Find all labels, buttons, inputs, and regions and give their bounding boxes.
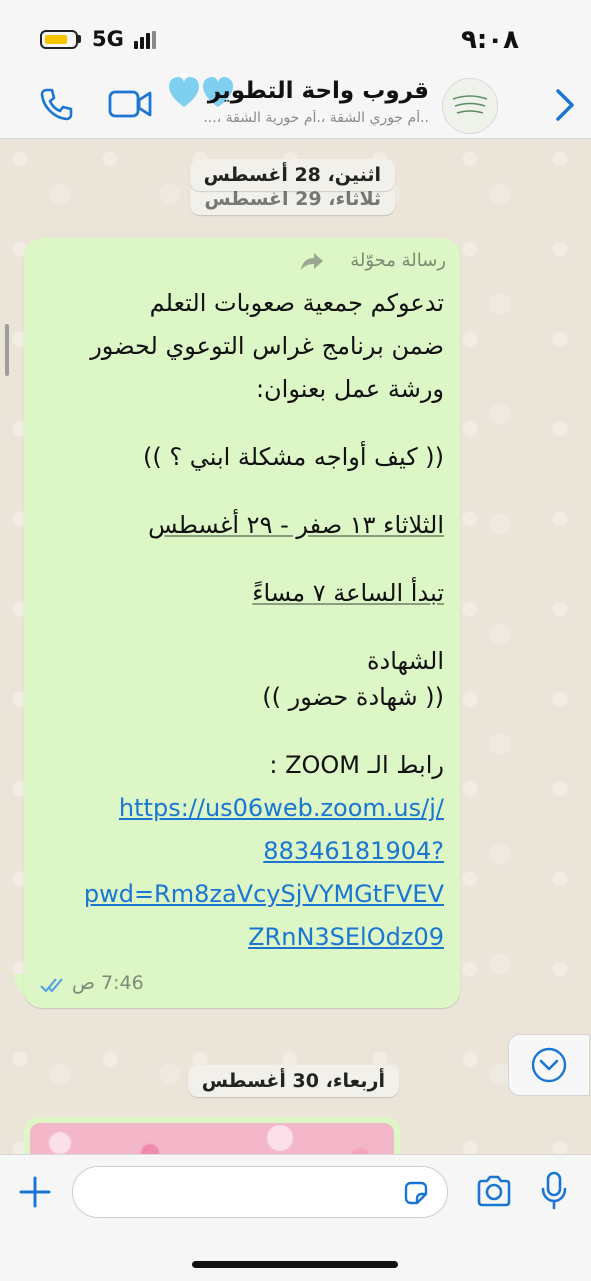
group-name[interactable]: قروب واحة التطوير [208,78,429,104]
input-bar [0,1154,591,1281]
message-line [84,547,444,572]
double-check-icon [40,978,63,993]
chevron-right-icon[interactable] [552,88,578,122]
battery-icon [40,30,78,49]
message-line: (( شهادة حضور )) [262,683,444,711]
message-input[interactable] [72,1166,448,1218]
message-time: 7:46 ص [72,972,144,994]
message-line-time[interactable]: تبدأ الساعة ٧ مساءً [84,572,444,615]
signal-icon [134,31,162,49]
message-line [84,615,444,640]
chat-header: قروب واحة التطوير ..أم جوري الشقة ،.أم ح… [0,72,591,139]
chevron-down-icon [531,1047,567,1083]
message-line-date[interactable]: الثلاثاء ١٣ صفر - ٢٩ أغسطس [84,504,444,547]
date-separator-top: اثنين، 28 أغسطس [189,159,395,191]
home-indicator [192,1261,398,1268]
camera-icon[interactable] [476,1175,512,1207]
battery-tip [78,35,81,43]
message-line: ورشة عمل بعنوان: [255,375,444,403]
clock: ٩:٠٨ [460,25,519,55]
message-line [84,479,444,504]
group-avatar[interactable] [442,78,498,134]
message-line [84,719,444,744]
date-separator-bottom: أربعاء، 30 أغسطس [187,1065,399,1097]
message-line: رابط الـ ZOOM : [269,751,444,779]
message-body: تدعوكم جمعية صعوبات التعلم ضمن برنامج غر… [84,282,444,959]
forward-arrow-icon [301,253,323,270]
message-line [84,411,444,436]
scrollbar[interactable] [5,324,9,376]
status-bar: 5G ٩:٠٨ [0,0,591,72]
network-label: 5G [92,27,124,51]
microphone-icon[interactable] [540,1171,568,1211]
zoom-link[interactable]: ZRnN3SElOdz09 [84,916,444,959]
zoom-link[interactable]: https://us06web.zoom.us/j/ [84,787,444,830]
zoom-link[interactable]: pwd=Rm8zaVcySjVYMGtFVEV [84,873,444,916]
message-line: الشهادة [366,647,444,675]
phone-icon[interactable] [38,86,74,122]
sticker-icon[interactable] [402,1179,430,1207]
message-bubble[interactable]: رسالة محوّلة تدعوكم جمعية صعوبات التعلم … [24,238,460,1008]
zoom-link[interactable]: 88346181904? [84,830,444,873]
message-line: (( كيف أواجه مشكلة ابني ؟ )) [142,443,444,471]
scroll-to-bottom-button[interactable] [508,1034,590,1096]
group-members[interactable]: ..أم جوري الشقة ،.أم حورية الشقة ،... [159,110,429,126]
message-line: تدعوكم جمعية صعوبات التعلم [149,289,444,317]
video-call-icon[interactable] [108,88,152,120]
message-line: ضمن برنامج غراس التوعوي لحضور [90,332,444,360]
forwarded-label: رسالة محوّلة [350,250,446,271]
chat-area[interactable]: ثلاثاء، 29 أغسطس اثنين، 28 أغسطس رسالة م… [0,139,591,1154]
image-thumbnail [30,1123,394,1154]
image-message[interactable] [24,1117,400,1154]
plus-icon[interactable] [18,1175,52,1209]
